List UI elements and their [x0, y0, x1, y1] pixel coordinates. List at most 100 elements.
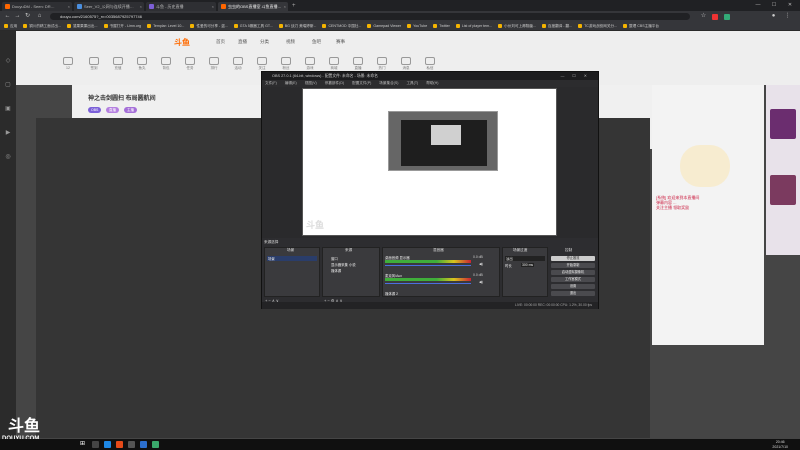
bookmark-item[interactable]: BG 战刀 美瑞婷斯...	[278, 24, 316, 29]
close-icon[interactable]: ×	[212, 2, 214, 11]
virtual-camera-button[interactable]: 启动虚拟摄像机	[551, 270, 595, 275]
nav-link[interactable]: 视频	[286, 39, 295, 45]
header-shortcut-icon[interactable]: 活动	[230, 57, 246, 71]
home-icon[interactable]: ⌂	[36, 13, 43, 20]
room-tag[interactable]: 直播	[106, 107, 119, 113]
bookmark-item[interactable]: List of player tem...	[455, 24, 492, 28]
bookmark-item[interactable]: YouTube	[407, 24, 427, 28]
header-shortcut-icon[interactable]: 任务	[182, 57, 198, 71]
obs-icon[interactable]	[128, 441, 135, 448]
header-shortcut-icon[interactable]: 12	[60, 57, 76, 70]
obs-menu-item[interactable]: 配置文件(P)	[352, 80, 371, 87]
obs-menu-item[interactable]: 文件(F)	[265, 80, 277, 87]
bookmark-item[interactable]: Gamepad Viewer	[367, 24, 401, 28]
bookmark-item[interactable]: TC游戏战役网关分...	[578, 24, 617, 29]
obs-menu-item[interactable]: 帮助(H)	[426, 80, 438, 87]
bookmark-item[interactable]: 铜川的精工面试出...	[23, 24, 61, 29]
obs-menu-item[interactable]: 场景集合(S)	[379, 80, 398, 87]
browser-tab-active[interactable]: 虫虫的OBS直播室 斗鱼直播… ×	[218, 2, 288, 11]
profile-icon[interactable]: ●	[770, 13, 777, 20]
obs-menu-item[interactable]: 工具(T)	[406, 80, 418, 87]
settings-button[interactable]: 设置	[551, 284, 595, 289]
header-shortcut-icon[interactable]: 排行	[206, 57, 222, 71]
exit-button[interactable]: 退出	[551, 291, 595, 296]
obs-menu-item[interactable]: 视图(V)	[305, 80, 317, 87]
taskbar-clock[interactable]: 20:46 2021/7/10	[772, 440, 788, 449]
header-shortcut-icon[interactable]: 游戏	[302, 57, 318, 71]
back-icon[interactable]: ←	[4, 13, 11, 20]
nav-link[interactable]: 首页	[216, 39, 225, 45]
nav-link[interactable]: 直播	[238, 39, 247, 45]
header-shortcut-icon[interactable]: 粉丝	[278, 57, 294, 71]
bookmark-item[interactable]: 书屋打开 - Limn.org	[103, 24, 141, 29]
close-icon[interactable]: ×	[68, 2, 70, 11]
source-item[interactable]: 窗口	[331, 256, 338, 261]
star-icon[interactable]: ☆	[700, 13, 707, 20]
close-icon[interactable]: ×	[140, 2, 142, 11]
bookmark-item[interactable]: 性爱的可分享 - 盗...	[190, 24, 228, 29]
source-item[interactable]: 媒体源	[331, 268, 341, 273]
speaker-icon[interactable]: ◀)	[479, 280, 483, 284]
header-shortcut-icon[interactable]: 私信	[422, 57, 438, 71]
obs-preview[interactable]	[302, 88, 557, 236]
nav-link[interactable]: 鱼吧	[312, 39, 321, 45]
obs-menu-item[interactable]: 编辑(E)	[285, 80, 297, 87]
sidebar-more-icon[interactable]: ◎	[3, 153, 13, 163]
reload-icon[interactable]: ↻	[24, 13, 31, 20]
url-input[interactable]: douyu.com/2160575?_rv=0035687925797746	[50, 13, 690, 20]
obs-window-controls[interactable]: —☐✕	[561, 72, 595, 80]
sidebar-live-icon[interactable]: ▢	[3, 81, 13, 91]
side-ad-banner[interactable]	[766, 85, 800, 255]
file-explorer-icon[interactable]	[104, 441, 111, 448]
sidebar-category-icon[interactable]: ▣	[3, 105, 13, 115]
header-shortcut-icon[interactable]: 直播	[350, 57, 366, 71]
header-shortcut-icon[interactable]: 商城	[326, 57, 342, 71]
speaker-icon[interactable]: ◀)	[479, 262, 483, 266]
nav-link[interactable]: 赛事	[336, 39, 345, 45]
header-shortcut-icon[interactable]: 热门	[374, 57, 390, 71]
header-shortcut-icon[interactable]: 消息	[398, 57, 414, 71]
volume-slider[interactable]	[385, 265, 471, 266]
bookmark-item[interactable]: 斐果果果出出...	[66, 24, 98, 29]
bookmark-item[interactable]: 应用	[4, 24, 17, 29]
transition-select[interactable]: 淡出	[505, 256, 545, 261]
close-icon[interactable]: ×	[284, 2, 286, 11]
chrome-icon[interactable]	[116, 441, 123, 448]
windows-start-icon[interactable]: ⊞	[80, 441, 87, 448]
studio-mode-button[interactable]: 工作室模式	[551, 277, 595, 282]
minimize-icon[interactable]: —	[750, 0, 766, 11]
bookmark-item[interactable]: 百度翻译 - 翻...	[541, 24, 572, 29]
header-shortcut-icon[interactable]: 关注	[254, 57, 270, 71]
app-icon[interactable]	[152, 441, 159, 448]
new-tab-button[interactable]: +	[292, 2, 296, 11]
volume-slider[interactable]	[385, 283, 471, 284]
bookmark-item[interactable]: GTA 5服器工具 GT...	[233, 24, 273, 29]
obs-menu-item[interactable]: 停靠部件(D)	[325, 80, 344, 87]
header-shortcut-icon[interactable]: 签到	[86, 57, 102, 71]
forward-icon[interactable]: →	[14, 13, 21, 20]
browser-tab[interactable]: Seer_V2_公网与连续开播… ×	[74, 2, 144, 11]
start-recording-button[interactable]: 开始录制	[551, 263, 595, 268]
duration-input[interactable]: 300 ms	[521, 263, 535, 267]
scene-item[interactable]: 场景	[267, 256, 317, 261]
browser-tab[interactable]: DouyuDM - Seen: DR… ×	[2, 2, 72, 11]
extension-icon[interactable]	[712, 13, 718, 20]
menu-icon[interactable]: ⋮	[784, 13, 791, 20]
sidebar-home-icon[interactable]: ◇	[3, 57, 13, 67]
extension-icon[interactable]	[724, 13, 730, 20]
douyu-logo[interactable]: 斗鱼	[174, 37, 190, 48]
bookmark-item[interactable]: Templar: Level 10...	[147, 24, 184, 28]
bookmark-item[interactable]: 整理 CBS主播平台	[623, 24, 659, 29]
header-shortcut-icon[interactable]: 充值	[110, 57, 126, 71]
stop-streaming-button[interactable]: 停止推流	[551, 256, 595, 261]
nav-link[interactable]: 分类	[260, 39, 269, 45]
sidebar-video-icon[interactable]: ▶	[3, 129, 13, 139]
room-tag[interactable]: OBS	[88, 107, 102, 113]
header-shortcut-icon[interactable]: 背包	[158, 57, 174, 71]
bookmark-item[interactable]: CENTMOD 中国社...	[322, 24, 361, 29]
header-shortcut-icon[interactable]: 鱼丸	[134, 57, 150, 71]
browser-tab[interactable]: 斗鱼 - 历史直播 ×	[146, 2, 216, 11]
close-window-icon[interactable]: ✕	[782, 0, 798, 11]
search-icon[interactable]	[92, 441, 99, 448]
bookmark-item[interactable]: Twitter	[433, 24, 450, 28]
